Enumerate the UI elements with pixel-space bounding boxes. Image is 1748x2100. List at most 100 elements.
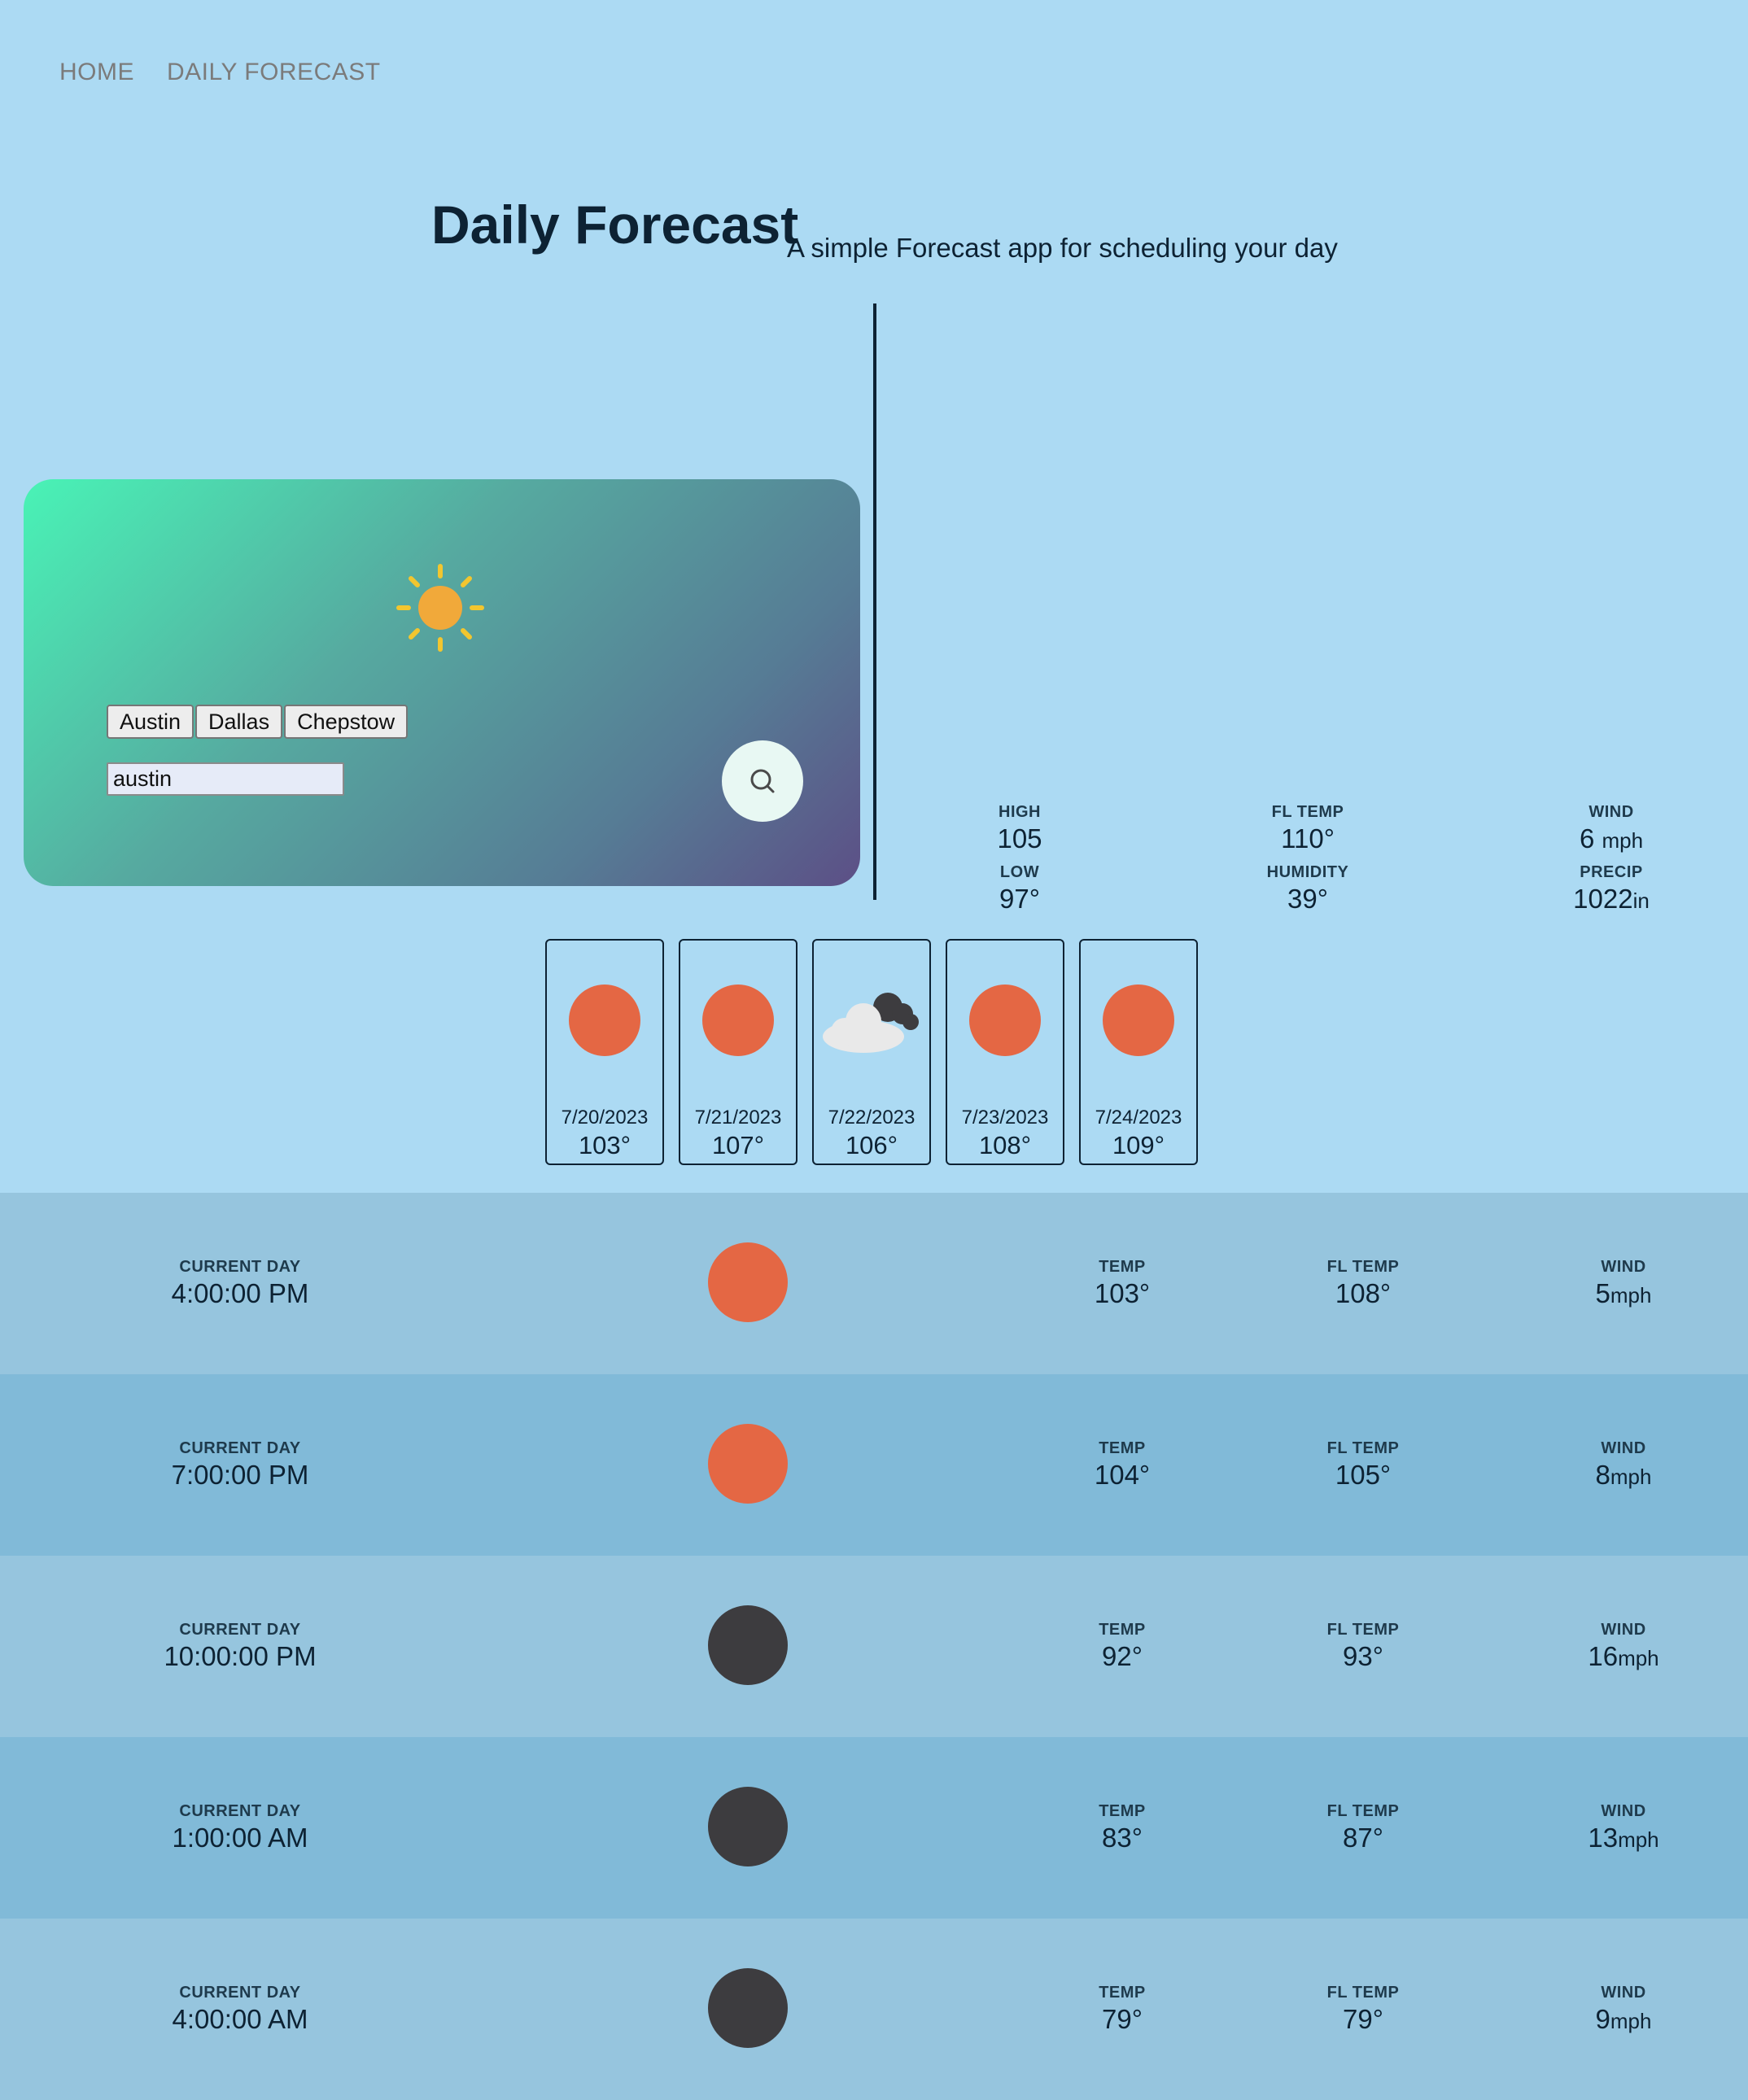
wind-number: 16: [1588, 1641, 1619, 1671]
city-button-dallas[interactable]: Dallas: [195, 705, 283, 739]
hourly-time: CURRENT DAY 7:00:00 PM: [134, 1439, 346, 1491]
hourly-fl-temp: FL TEMP 108°: [1257, 1258, 1469, 1309]
wind-value: 5mph: [1518, 1278, 1729, 1309]
hourly-wind: WIND 13mph: [1518, 1802, 1729, 1853]
search-card: [24, 479, 860, 886]
precip-stat: PRECIP 1022in: [1522, 863, 1701, 915]
hourly-forecast-list: CURRENT DAY 4:00:00 PM TEMP 103° FL TEMP…: [0, 1193, 1748, 2100]
day-card[interactable]: 7/22/2023 106°: [812, 939, 931, 1165]
day-temp: 107°: [711, 1131, 765, 1159]
hourly-row: CURRENT DAY 1:00:00 AM TEMP 83° FL TEMP …: [0, 1737, 1748, 1919]
hourly-temp: TEMP 92°: [1016, 1621, 1228, 1672]
wind-label: WIND: [1601, 1439, 1646, 1457]
hourly-wind: WIND 5mph: [1518, 1258, 1729, 1309]
fl-temp-label: FL TEMP: [1326, 1621, 1400, 1639]
hourly-fl-temp: FL TEMP 105°: [1257, 1439, 1469, 1491]
precip-number: 1022: [1573, 884, 1633, 914]
temp-value: 83°: [1102, 1823, 1143, 1853]
hourly-row: CURRENT DAY 4:00:00 AM TEMP 79° FL TEMP …: [0, 1919, 1748, 2100]
wind-stat: WIND 6 mph: [1522, 803, 1701, 854]
fl-temp-value: 87°: [1343, 1823, 1383, 1853]
city-button-chepstow[interactable]: Chepstow: [284, 705, 409, 739]
fl-temp-value: 108°: [1335, 1278, 1392, 1308]
day-temp: 106°: [845, 1131, 898, 1159]
day-card[interactable]: 7/20/2023 103°: [545, 939, 664, 1165]
day-date: 7/23/2023: [961, 1107, 1049, 1129]
wind-value: 16mph: [1518, 1641, 1729, 1672]
moon-icon: [708, 1605, 788, 1685]
hourly-temp: TEMP 83°: [1016, 1802, 1228, 1853]
current-day-label: CURRENT DAY: [179, 1258, 301, 1276]
wind-unit: mph: [1610, 1465, 1652, 1489]
time-value: 10:00:00 PM: [164, 1641, 317, 1671]
sun-icon: [702, 985, 774, 1056]
wind-number: 8: [1595, 1460, 1610, 1490]
search-button[interactable]: [722, 740, 803, 822]
low-label: LOW: [999, 863, 1040, 881]
hourly-temp: TEMP 104°: [1016, 1439, 1228, 1491]
temp-value: 103°: [1094, 1278, 1151, 1308]
hourly-time: CURRENT DAY 4:00:00 AM: [134, 1984, 346, 2035]
hourly-time: CURRENT DAY 4:00:00 PM: [134, 1258, 346, 1309]
day-temp: 108°: [978, 1131, 1032, 1159]
temp-value: 104°: [1094, 1460, 1151, 1490]
nav-home-link[interactable]: HOME: [59, 59, 134, 86]
hourly-time: CURRENT DAY 1:00:00 AM: [134, 1802, 346, 1853]
time-value: 4:00:00 PM: [171, 1278, 309, 1308]
current-day-label: CURRENT DAY: [179, 1621, 301, 1639]
wind-unit: mph: [1610, 2009, 1652, 2033]
sun-icon: [569, 985, 640, 1056]
high-value: 105: [997, 823, 1042, 854]
current-day-label: CURRENT DAY: [179, 1439, 301, 1457]
cloud-icon: [823, 993, 919, 1053]
wind-value: 6 mph: [1522, 823, 1701, 854]
sun-icon: [969, 985, 1041, 1056]
city-button-austin[interactable]: Austin: [107, 705, 194, 739]
high-label: HIGH: [999, 803, 1041, 821]
humidity-label: HUMIDITY: [1266, 863, 1349, 881]
day-date: 7/22/2023: [828, 1107, 916, 1129]
wind-label: WIND: [1601, 1984, 1646, 2002]
temp-value: 92°: [1102, 1641, 1143, 1671]
low-value: 97°: [999, 884, 1040, 914]
wind-unit: mph: [1618, 1646, 1659, 1670]
fl-temp-label: FL TEMP: [1326, 1984, 1400, 2002]
hourly-row: CURRENT DAY 10:00:00 PM TEMP 92° FL TEMP…: [0, 1556, 1748, 1737]
temp-label: TEMP: [1099, 1621, 1146, 1639]
day-card[interactable]: 7/23/2023 108°: [946, 939, 1064, 1165]
fl-temp-stat: FL TEMP 110°: [1218, 803, 1397, 854]
wind-value: 8mph: [1518, 1460, 1729, 1491]
temp-value: 79°: [1102, 2004, 1143, 2034]
fl-temp-value: 110°: [1281, 823, 1335, 854]
nav-daily-forecast-link[interactable]: DAILY FORECAST: [167, 59, 381, 86]
temp-label: TEMP: [1099, 1802, 1146, 1820]
precip-label: PRECIP: [1580, 863, 1643, 881]
fl-temp-value: 105°: [1335, 1460, 1392, 1490]
humidity-stat: HUMIDITY 39°: [1218, 863, 1397, 915]
wind-unit: mph: [1618, 1827, 1659, 1852]
fl-temp-label: FL TEMP: [1271, 803, 1344, 821]
fl-temp-value: 79°: [1343, 2004, 1383, 2034]
city-buttons: Austin Dallas Chepstow: [107, 705, 409, 739]
moon-icon: [708, 1787, 788, 1866]
city-search-input[interactable]: [107, 762, 344, 796]
day-card[interactable]: 7/21/2023 107°: [679, 939, 798, 1165]
sun-icon: [708, 1242, 788, 1322]
daily-forecast-list: 7/20/2023 103° 7/21/2023 107° 7/22/2023 …: [545, 939, 1198, 1165]
top-nav: HOME DAILY FORECAST: [59, 59, 381, 86]
wind-unit: mph: [1610, 1283, 1652, 1308]
page-subtitle: A simple Forecast app for scheduling you…: [787, 233, 1338, 263]
humidity-value: 39°: [1287, 884, 1328, 914]
day-card[interactable]: 7/24/2023 109°: [1079, 939, 1198, 1165]
precip-unit: in: [1632, 888, 1650, 913]
time-value: 7:00:00 PM: [171, 1460, 309, 1490]
wind-value: 13mph: [1518, 1823, 1729, 1853]
fl-temp-label: FL TEMP: [1326, 1802, 1400, 1820]
wind-label: WIND: [1601, 1621, 1646, 1639]
time-value: 1:00:00 AM: [172, 1823, 308, 1853]
hourly-fl-temp: FL TEMP 87°: [1257, 1802, 1469, 1853]
hourly-fl-temp: FL TEMP 79°: [1257, 1984, 1469, 2035]
moon-icon: [708, 1968, 788, 2048]
day-temp: 103°: [578, 1131, 631, 1159]
sun-icon: [1103, 985, 1174, 1056]
